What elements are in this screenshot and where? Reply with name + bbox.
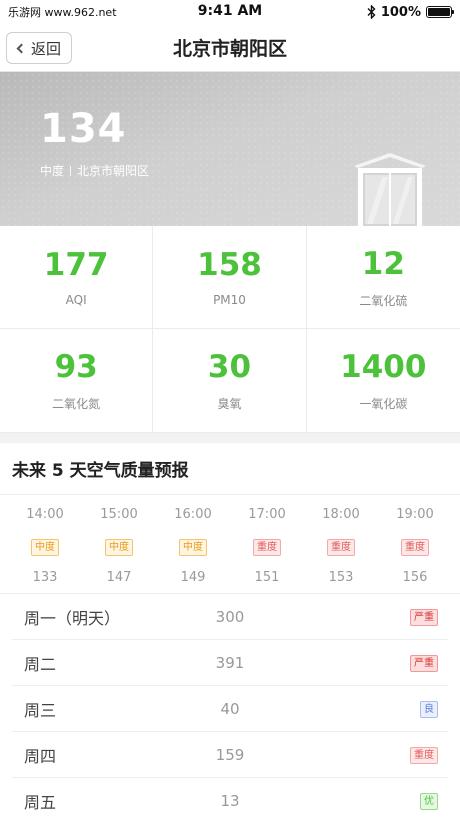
hour-time: 19:00 <box>396 507 434 522</box>
hour-time: 17:00 <box>248 507 286 522</box>
battery-percent: 100% <box>380 4 421 20</box>
level-badge: 中度 <box>105 539 133 556</box>
hourly-item: 16:00 中度 149 <box>156 507 230 585</box>
hour-aqi: 133 <box>32 570 58 585</box>
level-badge: 中度 <box>179 539 207 556</box>
daily-row[interactable]: 周三 40 良 <box>12 686 448 732</box>
level-badge: 良 <box>420 701 438 718</box>
metric-co[interactable]: 1400 一氧化碳 <box>307 329 460 432</box>
daily-row[interactable]: 周五 13 优 <box>12 778 448 818</box>
metric-pm10[interactable]: 158 PM10 <box>153 226 307 329</box>
level-badge: 重度 <box>327 539 355 556</box>
level-badge: 中度 <box>31 539 59 556</box>
hourly-forecast[interactable]: 14:00 中度 133 15:00 中度 147 16:00 中度 149 1… <box>0 495 460 594</box>
day-name: 周四 <box>24 746 57 766</box>
level-badge: 优 <box>420 793 438 810</box>
status-right: 100% <box>367 4 454 20</box>
hour-aqi: 149 <box>180 570 206 585</box>
metric-o3[interactable]: 30 臭氧 <box>153 329 307 432</box>
daily-row[interactable]: 周二 391 严重 <box>12 640 448 686</box>
section-divider <box>0 433 460 443</box>
battery-fill <box>428 8 450 16</box>
level-badge: 重度 <box>253 539 281 556</box>
hour-time: 18:00 <box>322 507 360 522</box>
daily-row[interactable]: 周一（明天） 300 严重 <box>12 594 448 640</box>
metric-no2[interactable]: 93 二氧化氮 <box>0 329 154 432</box>
current-aqi: 134 <box>40 106 127 152</box>
pollutant-grid: 177 AQI 158 PM10 12 二氧化硫 93 二氧化氮 30 臭氧 1… <box>0 226 460 433</box>
hero-location: 北京市朝阳区 <box>77 164 150 178</box>
hour-time: 15:00 <box>100 507 138 522</box>
hour-aqi: 147 <box>106 570 132 585</box>
hourly-item: 19:00 重度 156 <box>378 507 452 585</box>
daily-forecast: 周一（明天） 300 严重 周二 391 严重 周三 40 良 周四 159 重… <box>0 594 460 818</box>
aqi-hero: 134 中度 北京市朝阳区 <box>0 72 460 226</box>
metric-value: 177 <box>43 247 109 283</box>
battery-icon <box>426 6 454 18</box>
metric-label: 二氧化硫 <box>359 293 408 308</box>
chevron-left-icon <box>16 43 27 53</box>
daily-row[interactable]: 周四 159 重度 <box>12 732 448 778</box>
day-name: 周五 <box>24 792 57 812</box>
hourly-item: 14:00 中度 133 <box>8 507 82 585</box>
back-button[interactable]: 返回 <box>6 32 73 64</box>
level-badge: 严重 <box>410 609 438 626</box>
metric-label: AQI <box>65 293 87 307</box>
metric-label: 一氧化碳 <box>359 397 408 411</box>
metric-value: 93 <box>54 349 98 385</box>
hour-aqi: 151 <box>254 570 280 585</box>
metric-aqi[interactable]: 177 AQI <box>0 226 154 329</box>
bluetooth-icon <box>367 5 376 19</box>
metric-label: 二氧化氮 <box>52 397 101 411</box>
metric-value: 1400 <box>340 349 427 385</box>
divider <box>70 165 72 176</box>
metric-label: 臭氧 <box>217 397 242 411</box>
hour-aqi: 156 <box>402 570 428 585</box>
day-name: 周三 <box>24 700 57 720</box>
metric-label: PM10 <box>213 293 246 307</box>
hour-aqi: 153 <box>328 570 354 585</box>
carrier-text: 乐游网 www.962.net <box>8 6 117 19</box>
status-bar: 乐游网 www.962.net 9:41 AM 100% <box>0 0 460 24</box>
metric-value: 12 <box>361 245 405 282</box>
metric-so2[interactable]: 12 二氧化硫 <box>306 226 460 329</box>
aqi-level: 中度 <box>40 164 65 178</box>
hour-time: 16:00 <box>174 507 212 522</box>
hour-time: 14:00 <box>26 507 64 522</box>
house-illustration-icon <box>354 153 426 226</box>
metric-value: 158 <box>197 247 262 283</box>
hourly-item: 18:00 重度 153 <box>304 507 378 585</box>
metric-value: 30 <box>207 349 252 385</box>
level-badge: 重度 <box>401 539 429 556</box>
forecast-title: 未来 5 天空气质量预报 <box>0 443 460 495</box>
level-badge: 严重 <box>410 655 438 672</box>
day-name: 周二 <box>24 654 57 674</box>
nav-bar: 返回 北京市朝阳区 <box>0 24 460 72</box>
day-name: 周一（明天） <box>24 608 121 628</box>
back-label: 返回 <box>31 39 62 58</box>
hourly-item: 17:00 重度 151 <box>230 507 304 585</box>
page-title: 北京市朝阳区 <box>172 38 287 60</box>
level-badge: 重度 <box>410 747 438 764</box>
hourly-item: 15:00 中度 147 <box>82 507 156 585</box>
hero-subtitle: 中度 北京市朝阳区 <box>40 162 149 179</box>
